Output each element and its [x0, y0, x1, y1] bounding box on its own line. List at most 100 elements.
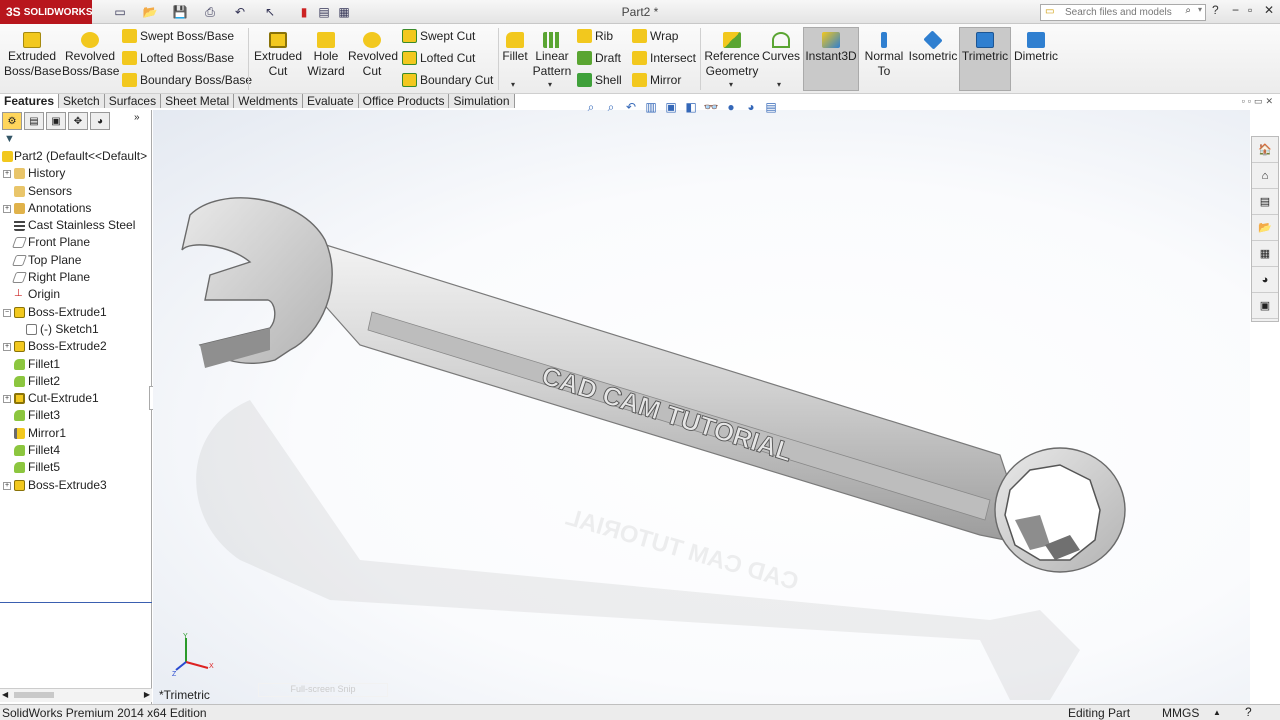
display-manager-tab-icon[interactable]: ◕ [90, 112, 110, 130]
units-dropdown-icon[interactable]: ▲ [1213, 706, 1221, 720]
file-explorer-icon[interactable]: 📂 [1252, 215, 1278, 241]
boundary-cut-button[interactable]: Boundary Cut [402, 71, 493, 89]
swept-cut-button[interactable]: Swept Cut [402, 27, 475, 45]
rib-button[interactable]: Rib [577, 27, 613, 45]
appearances-icon[interactable]: ◕ [1252, 267, 1278, 293]
viewport-controls[interactable]: ▫▫▭✕ [1242, 96, 1276, 107]
extruded-boss-button[interactable]: Extruded Boss/Base [4, 30, 61, 79]
previous-view-icon[interactable]: ↶ [623, 99, 639, 115]
lofted-boss-button[interactable]: Lofted Boss/Base [122, 49, 234, 67]
minimize-icon[interactable]: − [1232, 3, 1239, 17]
tab-simulation[interactable]: Simulation [449, 94, 515, 108]
zoom-to-fit-icon[interactable]: ⌕ [583, 99, 599, 115]
scroll-left-icon[interactable]: ◀ [2, 690, 8, 699]
pattern-dropdown-icon[interactable]: ▾ [548, 80, 552, 89]
hide-show-items-icon[interactable]: 👓 [703, 99, 719, 115]
rollback-bar[interactable] [0, 602, 152, 603]
property-manager-tab-icon[interactable]: ▤ [24, 112, 44, 130]
scroll-thumb[interactable] [14, 692, 54, 698]
view-palette-icon[interactable]: ▦ [1252, 241, 1278, 267]
curves-button[interactable]: Curves [762, 30, 800, 64]
reference-geometry-dropdown-icon[interactable]: ▾ [729, 80, 733, 89]
tree-root[interactable]: Part2 (Default<<Default> [0, 148, 152, 165]
linear-pattern-button[interactable]: Linear Pattern [530, 30, 574, 79]
fillet-dropdown-icon[interactable]: ▾ [511, 80, 515, 89]
horizontal-scrollbar[interactable]: ◀ ▶ [0, 688, 152, 702]
tree-item-cut-extrude1[interactable]: + Cut-Extrude1 [0, 390, 152, 407]
tree-item-fillet4[interactable]: Fillet4 [0, 442, 152, 459]
lofted-cut-button[interactable]: Lofted Cut [402, 49, 475, 67]
fillet-button[interactable]: Fillet [501, 30, 529, 64]
curves-dropdown-icon[interactable]: ▾ [777, 80, 781, 89]
revolved-cut-button[interactable]: Revolved Cut [348, 30, 398, 79]
search-input[interactable]: ▭ Search files and models ⌕ ▾ [1040, 4, 1206, 21]
close-icon[interactable]: ✕ [1264, 3, 1274, 17]
tab-office-products[interactable]: Office Products [358, 94, 450, 108]
restore-icon[interactable]: ▫ [1248, 3, 1252, 17]
boundary-boss-button[interactable]: Boundary Boss/Base [122, 71, 252, 89]
mirror-button[interactable]: Mirror [632, 71, 681, 89]
expand-icon[interactable]: + [3, 395, 11, 404]
expand-icon[interactable]: + [3, 170, 11, 179]
tree-item-front-plane[interactable]: Front Plane [0, 234, 152, 251]
hole-wizard-button[interactable]: Hole Wizard [304, 30, 348, 79]
expand-icon[interactable]: + [3, 204, 11, 213]
tree-item-boss-extrude3[interactable]: + Boss-Extrude3 [0, 477, 152, 494]
tree-item-mirror1[interactable]: Mirror1 [0, 425, 152, 442]
filter-icon[interactable]: ▼ [4, 133, 15, 145]
dimetric-button[interactable]: Dimetric [1012, 30, 1060, 64]
apply-scene-icon[interactable]: ◕ [743, 99, 759, 115]
trimetric-button[interactable]: Trimetric [959, 30, 1011, 64]
solidworks-resources-icon[interactable]: 🏠 [1252, 137, 1278, 163]
revolved-boss-button[interactable]: Revolved Boss/Base [62, 30, 119, 79]
section-view-icon[interactable]: ▥ [643, 99, 659, 115]
tree-item-sketch1[interactable]: (-) Sketch1 [0, 321, 152, 338]
scroll-right-icon[interactable]: ▶ [144, 690, 150, 699]
tab-sheet-metal[interactable]: Sheet Metal [161, 94, 235, 108]
home-icon[interactable]: ⌂ [1252, 163, 1278, 189]
tree-item-right-plane[interactable]: Right Plane [0, 269, 152, 286]
normal-to-button[interactable]: Normal To [862, 30, 906, 79]
expand-icon[interactable]: + [3, 343, 11, 352]
tree-item-fillet2[interactable]: Fillet2 [0, 373, 152, 390]
dimxpert-tab-icon[interactable]: ✥ [68, 112, 88, 130]
intersect-button[interactable]: Intersect [632, 49, 696, 67]
tab-surfaces[interactable]: Surfaces [104, 94, 162, 108]
unit-system-selector[interactable]: MMGS [1162, 706, 1199, 720]
tab-evaluate[interactable]: Evaluate [302, 94, 359, 108]
collapse-icon[interactable]: − [3, 308, 11, 317]
configuration-manager-tab-icon[interactable]: ▣ [46, 112, 66, 130]
isometric-button[interactable]: Isometric [906, 30, 960, 64]
design-library-icon[interactable]: ▤ [1252, 189, 1278, 215]
tree-item-top-plane[interactable]: Top Plane [0, 252, 152, 269]
reference-geometry-button[interactable]: Reference Geometry [704, 30, 760, 79]
view-settings-icon[interactable]: ▤ [763, 99, 779, 115]
search-icon[interactable]: ⌕ [1185, 5, 1191, 16]
tree-item-material[interactable]: Cast Stainless Steel [0, 217, 152, 234]
tree-item-fillet3[interactable]: Fillet3 [0, 407, 152, 424]
extruded-cut-button[interactable]: Extruded Cut [252, 30, 304, 79]
swept-boss-button[interactable]: Swept Boss/Base [122, 27, 234, 45]
instant3d-button[interactable]: Instant3D [803, 30, 859, 64]
display-style-icon[interactable]: ◧ [683, 99, 699, 115]
tab-sketch[interactable]: Sketch [59, 94, 105, 108]
edit-appearance-icon[interactable]: ● [723, 99, 739, 115]
tree-item-boss-extrude2[interactable]: + Boss-Extrude2 [0, 338, 152, 355]
draft-button[interactable]: Draft [577, 49, 621, 67]
tree-item-history[interactable]: + History [0, 165, 152, 182]
feature-tree-tab-icon[interactable]: ⚙ [2, 112, 22, 130]
tree-item-sensors[interactable]: Sensors [0, 183, 152, 200]
custom-properties-icon[interactable]: ▣ [1252, 293, 1278, 319]
tree-item-fillet5[interactable]: Fillet5 [0, 459, 152, 476]
tree-item-fillet1[interactable]: Fillet1 [0, 356, 152, 373]
view-orientation-icon[interactable]: ▣ [663, 99, 679, 115]
tree-item-origin[interactable]: ⊥ Origin [0, 286, 152, 303]
tree-item-annotations[interactable]: + Annotations [0, 200, 152, 217]
chevron-down-icon[interactable]: ▾ [1198, 5, 1202, 14]
expand-icon[interactable]: + [3, 481, 11, 490]
wrench-model[interactable]: CAD CAM TUTORIAL CAD CAM TUTORIAL [153, 110, 1250, 704]
status-help-icon[interactable]: ? [1245, 705, 1252, 719]
tree-item-boss-extrude1[interactable]: − Boss-Extrude1 [0, 304, 152, 321]
tab-weldments[interactable]: Weldments [234, 94, 303, 108]
tab-features[interactable]: Features [0, 94, 60, 108]
